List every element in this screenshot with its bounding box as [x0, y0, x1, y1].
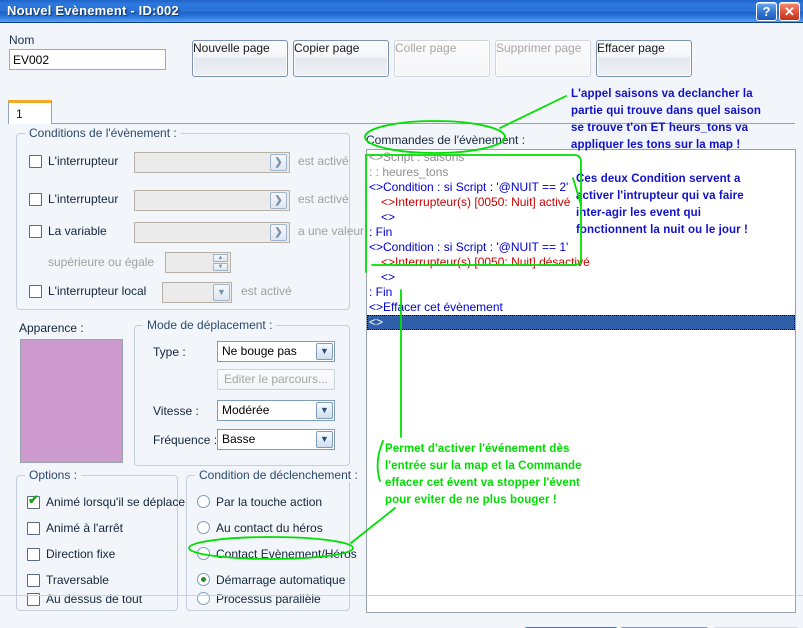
switch1-label: L'interrupteur — [48, 154, 119, 168]
conditions-title: Conditions de l'évènement : — [25, 126, 181, 140]
radio[interactable] — [197, 521, 210, 534]
trigger-label: Contact Evènement/Héros — [216, 547, 357, 561]
movement-speed-combo[interactable]: Modérée ▼ — [217, 400, 335, 421]
checkbox[interactable] — [27, 492, 40, 509]
chevron-right-icon: ❯ — [270, 154, 287, 171]
movement-speed-value: Modérée — [222, 403, 270, 417]
help-icon[interactable]: ? — [756, 2, 777, 21]
local-switch-checkbox[interactable] — [29, 285, 42, 298]
option-label: Direction fixe — [46, 547, 116, 561]
footer-divider — [0, 595, 803, 596]
options-group: Options : Animé lorsqu'il se déplace Ani… — [16, 468, 185, 611]
commands-title: Commandes de l'évènement : — [366, 133, 526, 147]
conditions-group: Conditions de l'évènement : L'interrupte… — [16, 126, 364, 310]
variable-field: ❯ — [134, 222, 290, 243]
switch1-suffix: est activé — [298, 154, 349, 168]
switch2-suffix: est activé — [298, 192, 349, 206]
switch2-label: L'interrupteur — [48, 192, 119, 206]
movement-freq-value: Basse — [222, 432, 256, 446]
annotation-trigger-note: Permet d'activer l'événement dès l'entré… — [385, 443, 582, 506]
local-switch-suffix: est activé — [241, 284, 292, 298]
movement-type-value: Ne bouge pas — [222, 344, 297, 358]
copy-page-button[interactable]: Copier page — [293, 40, 389, 77]
edit-route-button: Editer le parcours... — [217, 369, 335, 390]
appearance-label: Apparence : — [19, 321, 84, 335]
command-row[interactable]: <>Interrupteur(s) [0050: Nuit] désactivé — [367, 255, 795, 270]
chevron-down-icon: ▼ — [316, 343, 333, 360]
checkbox[interactable] — [27, 548, 40, 561]
trigger-group: Condition de déclenchement : Par la touc… — [186, 468, 362, 611]
movement-group: Mode de déplacement : Type : Ne bouge pa… — [134, 318, 350, 466]
movement-type-combo[interactable]: Ne bouge pas ▼ — [217, 341, 335, 362]
name-label: Nom — [9, 33, 35, 47]
checkbox[interactable] — [27, 522, 40, 535]
delete-page-button: Supprimer page — [495, 40, 591, 77]
annotation-conditions-note: Ces deux Condition servent a activer l'i… — [576, 173, 748, 236]
name-input[interactable] — [9, 49, 166, 70]
event-editor-window: Nouvel Evènement - ID:002 ? ✕ Nom Nouvel… — [0, 0, 803, 628]
command-row[interactable]: : Fin — [367, 285, 795, 300]
options-title: Options : — [25, 468, 82, 482]
new-page-button[interactable]: Nouvelle page — [192, 40, 288, 77]
command-row[interactable]: <> — [367, 315, 795, 330]
chevron-right-icon: ❯ — [270, 192, 287, 209]
chevron-down-icon: ▼ — [316, 431, 333, 448]
chevron-right-icon: ❯ — [270, 224, 287, 241]
command-row[interactable]: <> — [367, 270, 795, 285]
command-row[interactable]: <>Effacer cet évènement — [367, 300, 795, 315]
variable-label: La variable — [48, 224, 107, 238]
trigger-label: Par la touche action — [216, 495, 323, 509]
trigger-label: Démarrage automatique — [216, 573, 346, 587]
local-switch-combo: ▼ — [162, 282, 232, 303]
stepper-down-icon: ▼ — [213, 263, 228, 271]
variable-suffix: a une valeur — [298, 224, 365, 238]
checkbox[interactable] — [27, 574, 40, 587]
option-label: Traversable — [46, 573, 109, 587]
appearance-graphic-swatch[interactable] — [20, 339, 123, 463]
radio[interactable] — [197, 495, 210, 508]
switch1-checkbox[interactable] — [29, 155, 42, 168]
radio[interactable] — [197, 547, 210, 560]
clear-page-button[interactable]: Effacer page — [596, 40, 692, 77]
option-label: Animé lorsqu'il se déplace — [46, 495, 186, 509]
radio[interactable] — [197, 592, 210, 605]
switch2-field: ❯ — [134, 190, 290, 211]
paste-page-button: Coller page — [394, 40, 490, 77]
trigger-label: Au contact du héros — [216, 521, 323, 535]
window-title: Nouvel Evènement - ID:002 — [7, 3, 179, 18]
movement-type-label: Type : — [153, 345, 186, 359]
variable-compare-label: supérieure ou égale — [48, 255, 155, 269]
movement-speed-label: Vitesse : — [153, 404, 199, 418]
command-row[interactable]: <>Condition : si Script : '@NUIT == 1' — [367, 240, 795, 255]
local-switch-label: L'interrupteur local — [48, 284, 147, 298]
movement-freq-combo[interactable]: Basse ▼ — [217, 429, 335, 450]
variable-checkbox[interactable] — [29, 225, 42, 238]
chevron-down-icon: ▼ — [316, 402, 333, 419]
close-icon[interactable]: ✕ — [779, 2, 800, 21]
title-bar: Nouvel Evènement - ID:002 ? ✕ — [0, 0, 803, 23]
chevron-down-icon: ▼ — [213, 284, 230, 301]
variable-compare-stepper: ▲ ▼ — [165, 252, 231, 273]
movement-title: Mode de déplacement : — [143, 318, 277, 332]
stepper-up-icon: ▲ — [213, 254, 228, 262]
trigger-title: Condition de déclenchement : — [195, 468, 362, 482]
annotation-script-note: L'appel saisons va declancher la partie … — [571, 88, 761, 151]
option-label: Animé à l'arrêt — [46, 521, 123, 535]
movement-freq-label: Fréquence : — [153, 433, 218, 447]
tab-page-1[interactable]: 1 — [8, 100, 52, 124]
switch2-checkbox[interactable] — [29, 193, 42, 206]
switch1-field: ❯ — [134, 152, 290, 173]
radio[interactable] — [197, 573, 210, 586]
